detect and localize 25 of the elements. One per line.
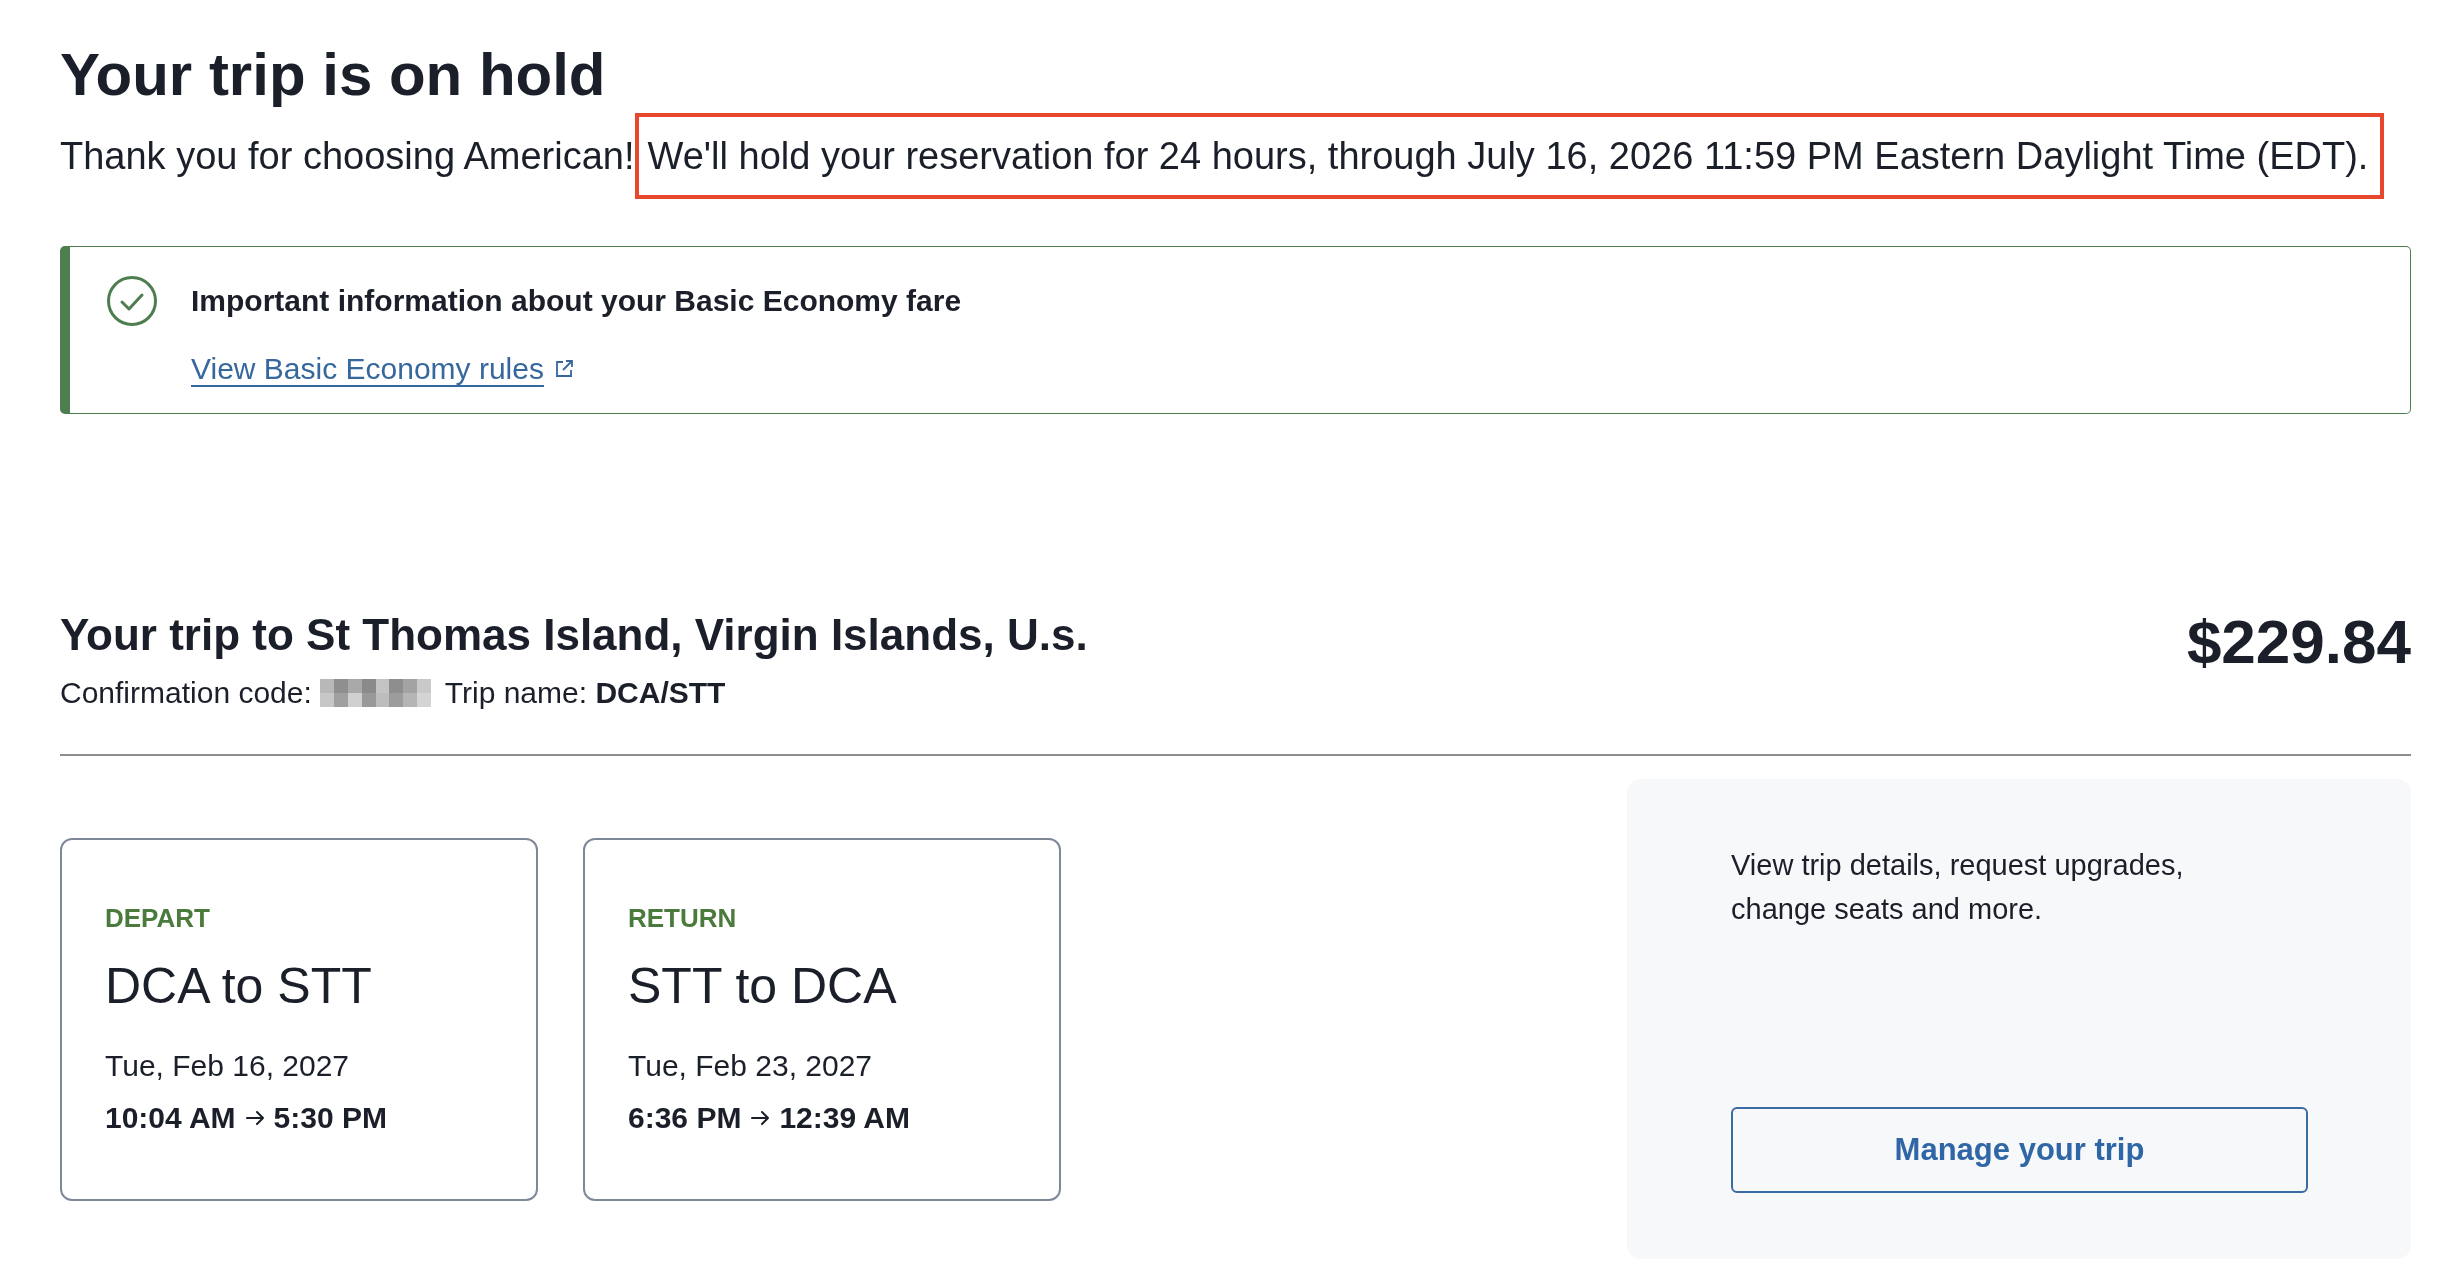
manage-trip-button[interactable]: Manage your trip: [1731, 1107, 2308, 1193]
manage-trip-description: View trip details, request upgrades, change seats and more.: [1731, 848, 2185, 927]
confirmation-label: Confirmation code:: [60, 675, 312, 711]
trip-name: Trip name: DCA/STT: [444, 675, 726, 711]
arrival-time: 5:30 PM: [273, 1100, 387, 1136]
hold-notice: We'll hold your reservation for 24 hours, through July 16, 2026 11:59 PM Eastern Daylight Time (EDT).: [634, 113, 2385, 199]
flight-direction: RETURN: [628, 902, 738, 935]
flight-route: DCA to STT: [105, 957, 373, 1016]
alert-title: Important information about your Basic Economy fare: [191, 283, 962, 319]
arrow-right-icon: [245, 1110, 264, 1126]
flight-date: Tue, Feb 16, 2027: [105, 1048, 351, 1084]
arrow-right-icon: [751, 1110, 770, 1126]
external-link-icon: [553, 359, 574, 379]
flight-direction: DEPART: [105, 902, 211, 935]
trip-title: Your trip to St Thomas Island, Virgin Islands, U.s.: [60, 609, 1088, 661]
flight-date: Tue, Feb 23, 2027: [628, 1048, 874, 1084]
flight-route: STT to DCA: [628, 957, 898, 1016]
rules-link[interactable]: View Basic Economy rules: [191, 349, 574, 389]
trip-price: $229.84: [2186, 606, 2411, 678]
arrival-time: 12:39 AM: [779, 1100, 910, 1136]
departure-time: 10:04 AM: [105, 1100, 236, 1136]
page-title: Your trip is on hold: [60, 40, 607, 110]
departure-time: 6:36 PM: [628, 1100, 742, 1136]
intro-text: Thank you for choosing American!: [60, 134, 635, 179]
check-circle-icon: [107, 276, 157, 326]
